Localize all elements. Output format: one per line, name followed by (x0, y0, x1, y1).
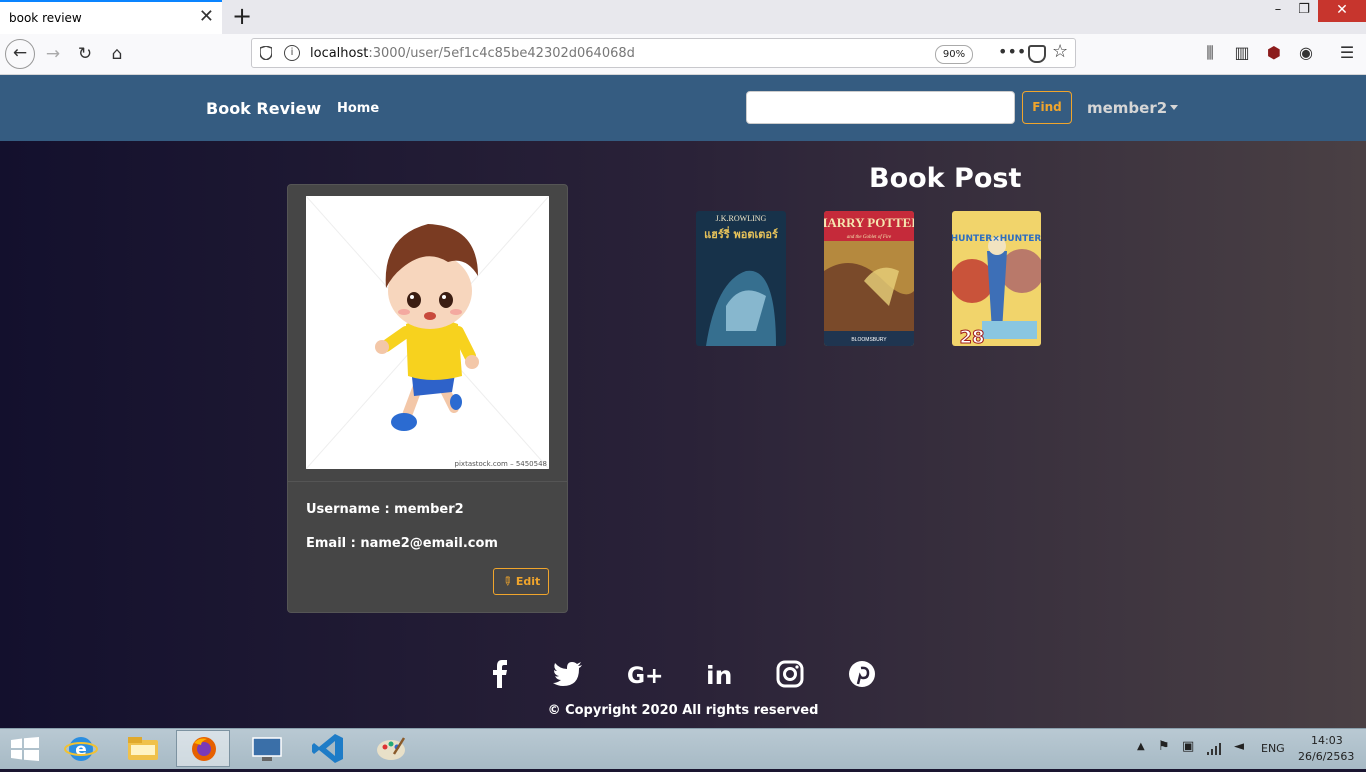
firefox-icon[interactable] (176, 730, 230, 767)
book-1-author: J.K.ROWLING (716, 214, 767, 223)
book-2-footer: BLOOMSBURY (851, 337, 887, 343)
account-icon[interactable]: ◉ (1295, 43, 1317, 63)
windows-start-icon[interactable] (11, 737, 39, 761)
book-cover-3[interactable]: HUNTER×HUNTER 28 (952, 211, 1041, 346)
home-icon[interactable]: ⌂ (102, 39, 132, 69)
book-3-title: HUNTER×HUNTER (952, 234, 1041, 244)
book-post-heading: Book Post (869, 163, 1022, 194)
reload-icon[interactable]: ↻ (70, 39, 100, 69)
pocket-icon[interactable] (1028, 45, 1046, 63)
svg-text:in: in (706, 661, 732, 690)
action-center-flag-icon[interactable]: ⚑ (1158, 739, 1170, 754)
copyright-text: © Copyright 2020 All rights reserved (547, 703, 819, 718)
sidebar-icon[interactable]: ▥ (1231, 43, 1253, 63)
social-links: G+ in (0, 656, 1366, 692)
internet-explorer-icon[interactable]: e (54, 730, 108, 767)
find-button[interactable]: Find (1022, 91, 1072, 124)
tab-title: book review (9, 11, 82, 25)
card-divider (288, 481, 567, 482)
book-cover-1[interactable]: J.K.ROWLING แฮร์รี่ พอตเตอร์ (696, 211, 786, 346)
username-text: Username : member2 (306, 502, 464, 517)
site-info-icon[interactable]: i (284, 45, 300, 61)
book-3-volume: 28 (959, 327, 984, 346)
file-explorer-icon[interactable] (116, 730, 170, 767)
tray-expand-icon[interactable]: ▲ (1137, 741, 1145, 752)
remote-desktop-icon[interactable] (240, 730, 294, 767)
caret-down-icon (1170, 105, 1179, 110)
svg-text:G+: G+ (627, 664, 663, 689)
book-2-title: HARRY POTTER (824, 215, 914, 230)
facebook-icon[interactable] (482, 656, 518, 692)
search-input[interactable] (746, 91, 1015, 124)
zoom-indicator[interactable]: 90% (935, 45, 973, 64)
user-menu-dropdown[interactable]: member2 (1087, 99, 1179, 117)
pinterest-icon[interactable] (844, 656, 880, 692)
language-indicator[interactable]: ENG (1261, 742, 1285, 755)
profile-card: pixtastock.com – 5450548 Username : memb… (287, 184, 568, 613)
avatar-caption: pixtastock.com – 5450548 (454, 460, 547, 468)
browser-toolbar: ← → ↻ ⌂ i localhost:3000/user/5ef1c4c85b… (0, 34, 1366, 75)
address-bar[interactable]: i localhost:3000/user/5ef1c4c85be42302d0… (251, 38, 1076, 68)
clock-date[interactable]: 26/6/2563 (1298, 750, 1354, 763)
tracking-shield-icon[interactable] (260, 46, 272, 60)
browser-tab[interactable]: book review ✕ (0, 0, 222, 34)
book-1-title: แฮร์รี่ พอตเตอร์ (704, 226, 778, 241)
site-navbar: Book Review Home Find member2 (0, 75, 1366, 186)
linkedin-icon[interactable]: in (702, 656, 738, 692)
tray-app-icon[interactable]: ▣ (1182, 739, 1194, 754)
bookmark-star-icon[interactable]: ☆ (1052, 41, 1068, 62)
forward-icon[interactable]: → (38, 39, 68, 69)
paint-icon[interactable] (364, 730, 418, 767)
instagram-icon[interactable] (772, 656, 808, 692)
windows-taskbar: e ▲ ⚑ ▣ ◄ ENG 14:03 26/6/2563 (0, 728, 1366, 769)
edit-profile-button[interactable]: ✎Edit (493, 568, 549, 595)
window-minimize-icon[interactable]: – (1268, 0, 1288, 22)
ublock-icon[interactable]: ⬢ (1263, 43, 1285, 63)
page-content: pixtastock.com – 5450548 Username : memb… (0, 141, 1366, 728)
email-text: Email : name2@email.com (306, 536, 498, 551)
browser-tabstrip: book review ✕ + – ❐ ✕ (0, 0, 1366, 34)
page-actions-icon[interactable]: ••• (998, 42, 1026, 61)
book-cover-2[interactable]: HARRY POTTER and the Goblet of Fire BLOO… (824, 211, 914, 346)
book-2-subtitle: and the Goblet of Fire (847, 235, 892, 240)
twitter-icon[interactable] (550, 656, 586, 692)
tab-close-icon[interactable]: ✕ (199, 7, 214, 27)
library-icon[interactable]: ⫼ (1199, 43, 1221, 63)
volume-icon[interactable]: ◄ (1234, 739, 1244, 754)
google-plus-icon[interactable]: G+ (627, 656, 663, 692)
window-restore-icon[interactable]: ❐ (1294, 0, 1314, 22)
new-tab-icon[interactable]: + (232, 3, 252, 29)
window-close-icon[interactable]: ✕ (1318, 0, 1366, 22)
avatar: pixtastock.com – 5450548 (306, 196, 549, 469)
nav-home-link[interactable]: Home (337, 101, 379, 116)
url-text[interactable]: localhost:3000/user/5ef1c4c85be42302d064… (310, 46, 635, 61)
vscode-icon[interactable] (302, 730, 356, 767)
network-icon[interactable] (1207, 743, 1223, 755)
menu-icon[interactable]: ☰ (1336, 43, 1358, 63)
boy-avatar-illustration (306, 196, 549, 469)
brand-link[interactable]: Book Review (185, 99, 321, 186)
back-icon[interactable]: ← (5, 39, 35, 69)
clock-time[interactable]: 14:03 (1311, 734, 1343, 747)
